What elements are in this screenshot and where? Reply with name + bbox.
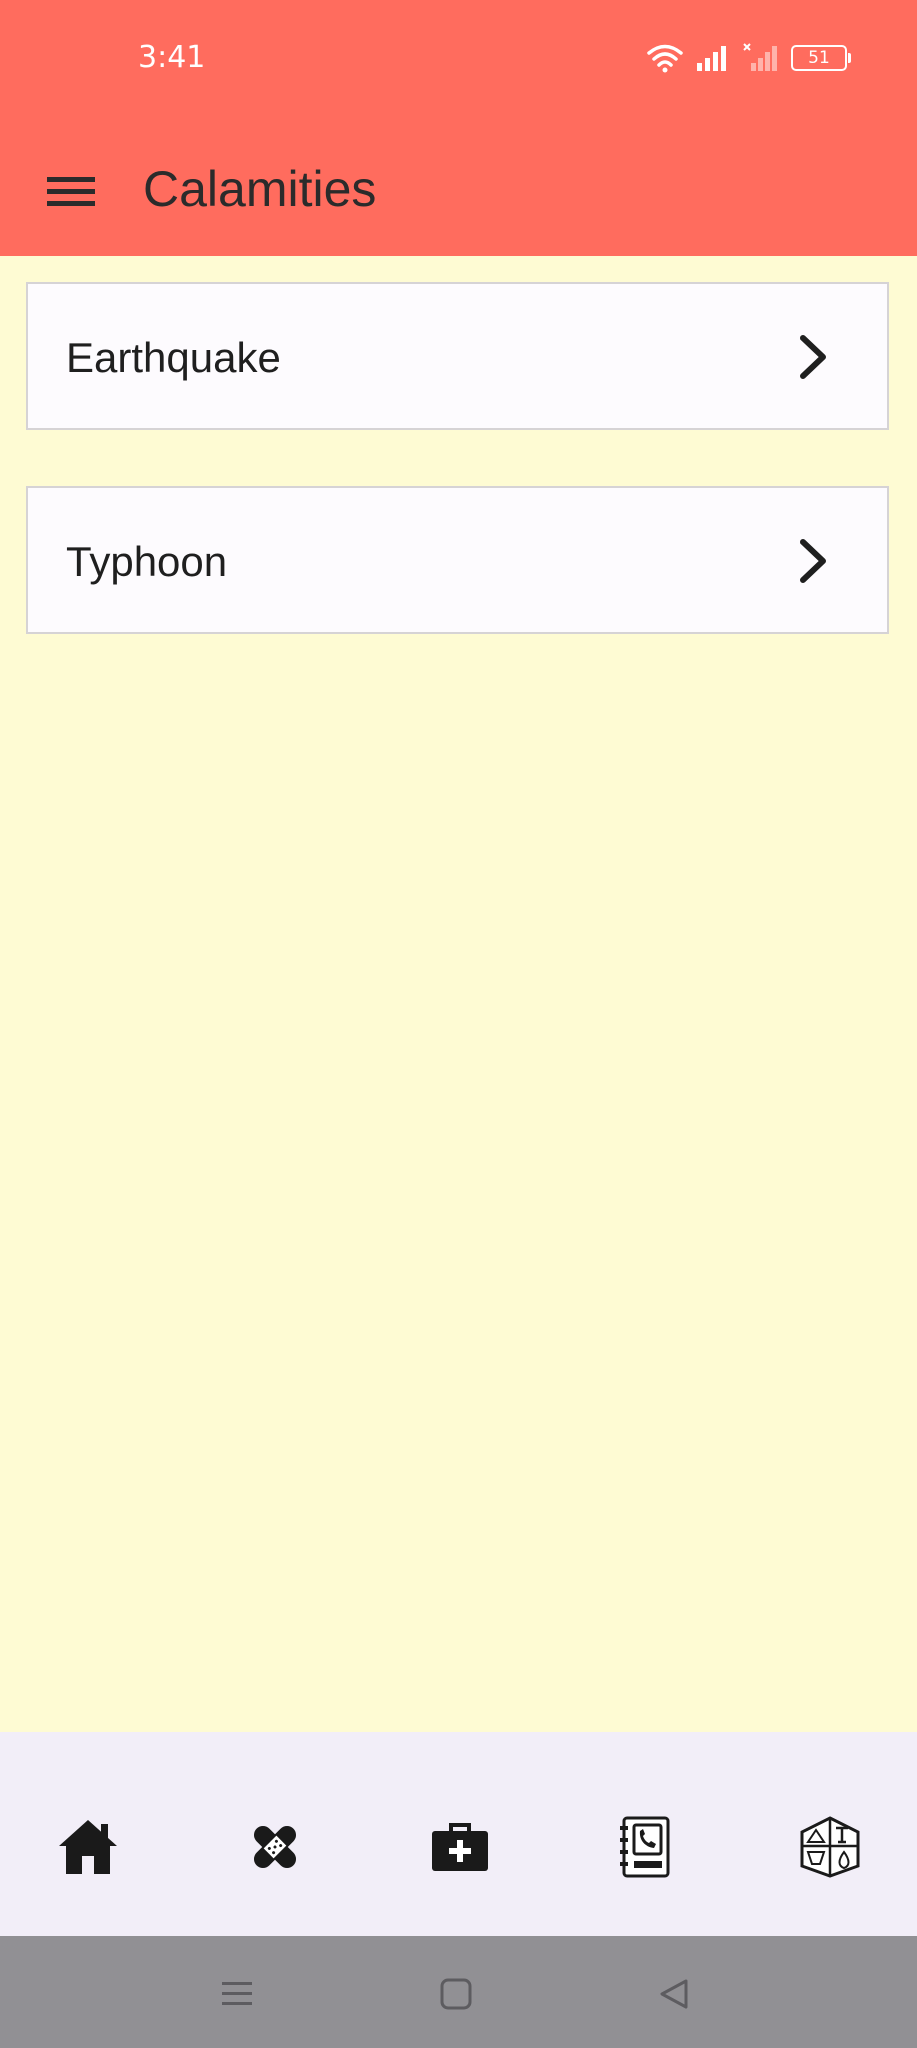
nav-home[interactable] xyxy=(53,1812,123,1882)
nav-first-aid[interactable] xyxy=(240,1812,310,1882)
phone-directory-icon xyxy=(620,1816,670,1878)
status-bar: 3:41 51 xyxy=(0,0,917,118)
menu-icon xyxy=(47,177,95,206)
list-item-label: Earthquake xyxy=(66,334,281,381)
recents-button[interactable] xyxy=(215,1972,259,2016)
back-icon xyxy=(660,1979,688,2009)
home-square-icon xyxy=(440,1978,472,2010)
nav-hotlines[interactable] xyxy=(609,1812,679,1882)
list-item-label: Typhoon xyxy=(66,538,228,585)
app-bar: Calamities xyxy=(0,118,917,256)
chevron-right-icon xyxy=(800,539,826,583)
no-signal-icon xyxy=(743,43,777,71)
status-time: 3:41 xyxy=(138,40,206,75)
emergency-supplies-icon xyxy=(800,1816,860,1878)
status-icons: 51 xyxy=(647,40,851,76)
signal-icon xyxy=(697,46,726,71)
nav-emergency-kit[interactable] xyxy=(425,1812,495,1882)
recents-icon xyxy=(222,1982,252,2005)
battery-icon: 51 xyxy=(791,45,851,71)
list-item-earthquake[interactable]: Earthquake xyxy=(26,282,889,430)
chevron-right-icon xyxy=(800,335,826,379)
system-nav-bar xyxy=(0,1936,917,2048)
page-title: Calamities xyxy=(143,161,377,217)
wifi-icon xyxy=(647,44,683,73)
home-icon xyxy=(59,1820,117,1874)
home-button[interactable] xyxy=(434,1972,478,2016)
menu-button[interactable] xyxy=(36,156,106,226)
calamity-list: Earthquake Typhoon xyxy=(0,256,917,1732)
back-button[interactable] xyxy=(652,1972,696,2016)
bandage-icon xyxy=(253,1825,297,1869)
bottom-nav xyxy=(0,1732,917,1936)
nav-preparedness[interactable] xyxy=(795,1812,865,1882)
list-item-typhoon[interactable]: Typhoon xyxy=(26,486,889,634)
first-aid-kit-icon xyxy=(432,1823,488,1871)
battery-level: 51 xyxy=(808,48,830,68)
